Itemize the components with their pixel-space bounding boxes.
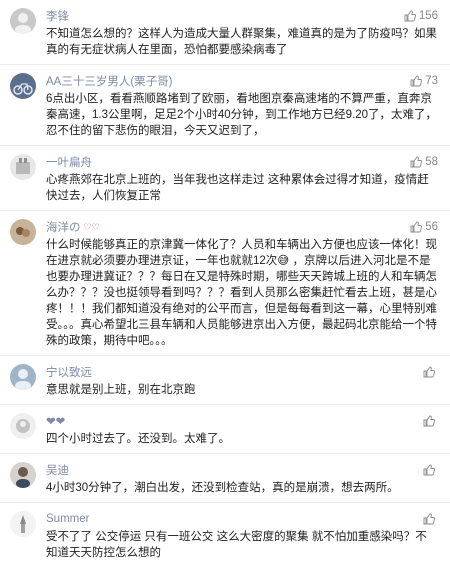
comment-text: 意思就是别上班，别在北京跑: [46, 384, 196, 396]
comment-text: 心疼燕郊在北京上班的，当年我也这样走过 这种累体会过得才知道，疫情赶快过去，人们…: [46, 174, 429, 202]
like-button[interactable]: 73: [410, 75, 438, 87]
user-name[interactable]: 海洋の: [46, 219, 81, 235]
like-count: 56: [425, 221, 438, 233]
avatar[interactable]: [10, 462, 36, 488]
comment-text: 4小时30分钟了，潮白出发，还没到检查站，真的是崩溃，想去两所。: [46, 482, 399, 494]
avatar[interactable]: [10, 73, 36, 99]
like-button[interactable]: [423, 415, 438, 427]
comment-item: ❤❤ 四个小时过去了。还没到。太难了。: [0, 405, 450, 454]
heart-badge: ♡♡: [83, 221, 100, 232]
user-name[interactable]: Summer: [46, 513, 89, 525]
comment-item: 宁以致远 意思就是别上班，别在北京跑: [0, 356, 450, 405]
comment-item: 一叶扁舟 58 心疼燕郊在北京上班的，当年我也这样走过 这种累体会过得才知道，疫…: [0, 146, 450, 211]
comment-item: Summer 受不了了 公交停运 只有一班公交 这么大密度的聚集 就不怕加重感染…: [0, 503, 450, 567]
user-name[interactable]: 一叶扁舟: [46, 154, 92, 170]
avatar[interactable]: [10, 364, 36, 390]
thumbs-up-icon: [410, 156, 423, 168]
comment-list: 李锋 156 不知道怎么想的？这样人为造成大量人群聚集，难道真的是为了防疫吗？如…: [0, 0, 450, 567]
user-name[interactable]: 李锋: [46, 8, 69, 24]
like-count: 73: [425, 75, 438, 87]
like-button[interactable]: [423, 366, 438, 378]
thumbs-up-icon: [423, 464, 435, 476]
thumbs-up-icon: [423, 513, 435, 525]
like-count: 156: [418, 10, 438, 22]
avatar[interactable]: [10, 8, 36, 34]
comment-text: 受不了了 公交停运 只有一班公交 这么大密度的聚集 就不怕加重感染吗？不知道天天…: [46, 531, 427, 559]
like-button[interactable]: 58: [410, 156, 438, 168]
user-name[interactable]: 吴迪: [46, 462, 69, 478]
comment-text: 什么时候能够真正的京津冀一体化了？人员和车辆出入方便也应该一体化！现在进京就必须…: [46, 239, 437, 347]
avatar[interactable]: [10, 154, 36, 180]
comment-item: 李锋 156 不知道怎么想的？这样人为造成大量人群聚集，难道真的是为了防疫吗？如…: [0, 0, 450, 65]
user-name[interactable]: 宁以致远: [46, 364, 92, 380]
thumbs-up-icon: [410, 75, 423, 87]
comment-text: 不知道怎么想的？这样人为造成大量人群聚集，难道真的是为了防疫吗？如果真的有无症状…: [46, 28, 437, 56]
comment-text: 四个小时过去了。还没到。太难了。: [46, 433, 230, 445]
user-name[interactable]: ❤❤: [46, 414, 65, 428]
comment-text: 6点出小区，看看燕顺路堵到了欧丽，看地图京秦高速堵的不算严重，直奔京秦高速，1.…: [46, 93, 438, 137]
like-button[interactable]: 156: [404, 10, 438, 22]
like-button[interactable]: [423, 513, 438, 525]
avatar[interactable]: [10, 413, 36, 439]
avatar[interactable]: [10, 511, 36, 537]
thumbs-up-icon: [404, 10, 416, 22]
avatar[interactable]: [10, 219, 36, 245]
thumbs-up-icon: [410, 221, 423, 233]
comment-item: 吴迪 4小时30分钟了，潮白出发，还没到检查站，真的是崩溃，想去两所。: [0, 454, 450, 503]
thumbs-up-icon: [423, 366, 435, 378]
user-name[interactable]: AA三十三岁男人(栗子哥): [46, 73, 173, 89]
like-count: 58: [425, 156, 438, 168]
like-button[interactable]: [423, 464, 438, 476]
comment-item: 海洋の ♡♡ 56 什么时候能够真正的京津冀一体化了？人员和车辆出入方便也应该一…: [0, 211, 450, 356]
thumbs-up-icon: [423, 415, 435, 427]
like-button[interactable]: 56: [410, 221, 438, 233]
comment-item: AA三十三岁男人(栗子哥) 73 6点出小区，看看燕顺路堵到了欧丽，看地图京秦高…: [0, 65, 450, 146]
